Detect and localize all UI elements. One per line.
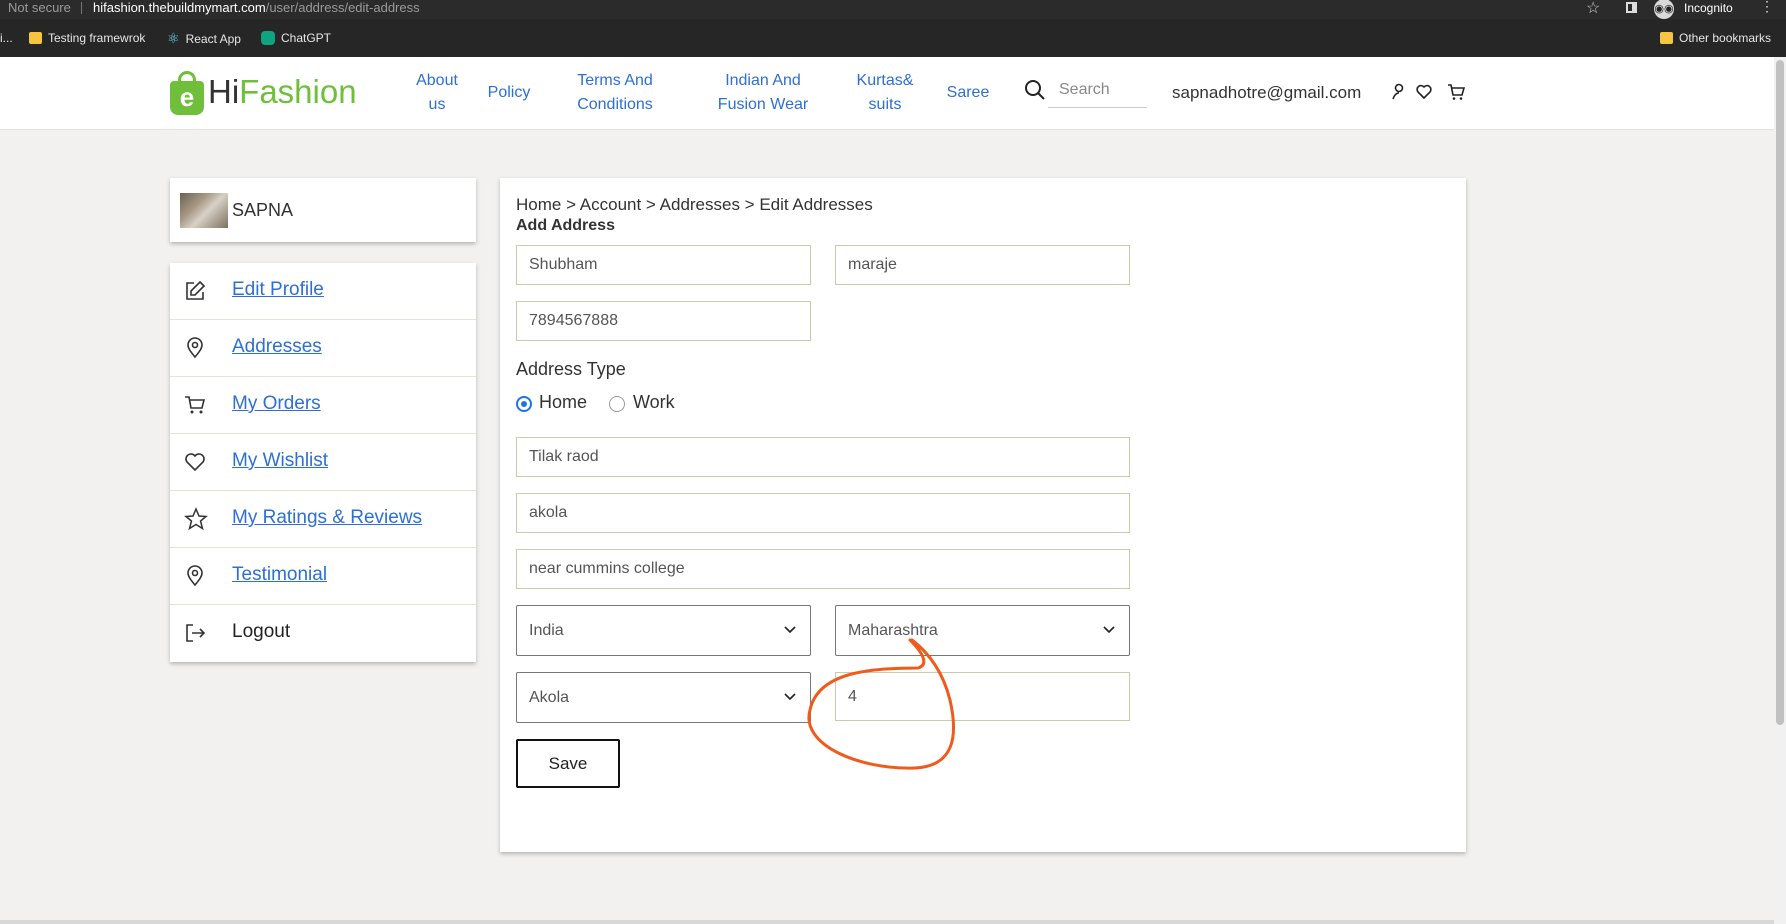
user-icon[interactable] <box>1392 83 1404 101</box>
incognito-label[interactable]: Incognito <box>1684 0 1733 16</box>
logo-fashion: Fashion <box>239 73 357 110</box>
state-select-value: Maharashtra <box>848 622 938 639</box>
profile-card: SAPNA <box>170 178 476 242</box>
sidebar-item-addresses[interactable]: Addresses <box>170 320 476 377</box>
sidebar-item-label[interactable]: My Orders <box>232 393 321 415</box>
last-name-field[interactable]: maraje <box>835 245 1130 285</box>
bookmark-item[interactable]: i... <box>0 30 13 46</box>
profile-name: SAPNA <box>232 200 294 220</box>
star-icon <box>184 507 208 531</box>
state-select[interactable]: Maharashtra <box>835 605 1130 656</box>
url-separator <box>81 2 82 14</box>
logo-text: HiFashion <box>208 73 357 111</box>
address-line2-field[interactable]: akola <box>516 493 1130 533</box>
bookmark-star-icon[interactable]: ☆ <box>1586 0 1600 18</box>
nav-saree[interactable]: Saree <box>940 81 996 105</box>
bookmark-label: Testing framewrok <box>48 31 146 45</box>
pincode-field[interactable]: 4 <box>835 672 1130 721</box>
logout-icon <box>186 624 206 642</box>
sidebar-item-label[interactable]: Logout <box>232 621 290 643</box>
sidebar-item-logout[interactable]: Logout <box>170 605 476 662</box>
country-select[interactable]: India <box>516 605 811 656</box>
sidebar-item-label[interactable]: My Wishlist <box>232 450 328 472</box>
logo-letter: e <box>170 81 204 115</box>
page-title: Add Address <box>516 217 615 234</box>
url-text[interactable]: hifashion.thebuildmymart.com/user/addres… <box>93 0 420 16</box>
nav-kurtas-suits[interactable]: Kurtas& suits <box>848 69 922 117</box>
bookmarks-bar: i... Testing framewrok ⚛ React App ChatGP… <box>0 19 1786 57</box>
radio-home[interactable] <box>516 396 532 412</box>
phone-field[interactable]: 7894567888 <box>516 301 811 341</box>
address-form-card: Home > Account > Addresses > Edit Addres… <box>500 178 1466 852</box>
sidebar-item-ratings-reviews[interactable]: My Ratings & Reviews <box>170 491 476 548</box>
url-path: /user/address/edit-address <box>265 0 420 15</box>
page-footer-edge <box>0 920 1774 924</box>
chatgpt-icon <box>261 31 275 45</box>
sidebar-item-edit-profile[interactable]: Edit Profile <box>170 263 476 320</box>
edit-icon <box>186 280 206 300</box>
country-select-value: India <box>529 622 564 639</box>
logo-hi: Hi <box>208 73 240 110</box>
address-line1-field[interactable]: Tilak raod <box>516 437 1130 477</box>
other-bookmarks[interactable]: Other bookmarks <box>1660 30 1771 46</box>
bookmark-chatgpt[interactable]: ChatGPT <box>261 30 331 46</box>
heart-icon <box>185 453 205 472</box>
folder-icon <box>29 32 42 44</box>
url-host: hifashion.thebuildmymart.com <box>93 0 266 15</box>
react-icon: ⚛ <box>167 30 180 46</box>
nav-about-us[interactable]: About us <box>408 69 466 117</box>
nav-policy[interactable]: Policy <box>482 81 536 105</box>
breadcrumb[interactable]: Home > Account > Addresses > Edit Addres… <box>516 195 873 215</box>
save-button[interactable]: Save <box>516 739 620 788</box>
nav-terms[interactable]: Terms And Conditions <box>564 69 666 117</box>
cart-icon <box>185 396 206 414</box>
avatar <box>180 193 228 228</box>
page-scrollbar-thumb[interactable] <box>1776 60 1784 725</box>
city-select-value: Akola <box>529 689 570 706</box>
incognito-icon[interactable]: ◉◉ <box>1654 0 1674 19</box>
radio-home-label[interactable]: Home <box>539 392 587 413</box>
bookmark-testing-framework[interactable]: Testing framewrok <box>29 30 145 46</box>
user-email[interactable]: sapnadhotre@gmail.com <box>1172 83 1361 103</box>
wishlist-heart-icon[interactable] <box>1415 83 1433 101</box>
other-bookmarks-label: Other bookmarks <box>1679 31 1772 45</box>
city-select[interactable]: Akola <box>516 672 811 723</box>
cart-icon[interactable] <box>1447 83 1465 101</box>
site-header: e HiFashion About us Policy Terms And Co… <box>0 57 1774 130</box>
search-icon[interactable] <box>1024 79 1046 101</box>
sidebar-item-label[interactable]: Testimonial <box>232 564 327 586</box>
account-sidebar: Edit Profile Addresses My Orders My Wish… <box>170 263 476 662</box>
radio-work-label[interactable]: Work <box>633 392 675 413</box>
sidebar-item-label[interactable]: My Ratings & Reviews <box>232 507 422 529</box>
side-panel-icon[interactable] <box>1626 2 1637 13</box>
chevron-down-icon <box>784 693 796 701</box>
chevron-down-icon <box>784 626 796 634</box>
first-name-field[interactable]: Shubham <box>516 245 811 285</box>
bookmark-label: React App <box>185 32 241 46</box>
browser-url-bar[interactable]: Not secure hifashion.thebuildmymart.com/… <box>0 0 1786 19</box>
bookmark-react-app[interactable]: ⚛ React App <box>167 30 241 46</box>
bookmark-label: i... <box>0 31 13 45</box>
radio-work[interactable] <box>609 396 625 412</box>
sidebar-item-testimonial[interactable]: Testimonial <box>170 548 476 605</box>
shopping-bag-logo-icon: e <box>168 69 206 115</box>
chevron-down-icon <box>1103 626 1115 634</box>
search-input[interactable] <box>1048 73 1147 108</box>
sidebar-item-my-wishlist[interactable]: My Wishlist <box>170 434 476 491</box>
location-pin-icon <box>187 337 203 359</box>
location-pin-icon <box>187 565 203 587</box>
sidebar-item-label[interactable]: Edit Profile <box>232 279 324 301</box>
site-logo[interactable]: e HiFashion <box>168 67 357 117</box>
nav-indian-fusion-wear[interactable]: Indian And Fusion Wear <box>708 69 818 117</box>
sidebar-item-my-orders[interactable]: My Orders <box>170 377 476 434</box>
browser-menu-icon[interactable]: ⋮ <box>1760 0 1774 15</box>
address-type-label: Address Type <box>516 359 626 379</box>
sidebar-item-label[interactable]: Addresses <box>232 336 322 358</box>
folder-icon <box>1660 32 1673 44</box>
bookmark-label: ChatGPT <box>281 31 332 45</box>
landmark-field[interactable]: near cummins college <box>516 549 1130 589</box>
security-indicator[interactable]: Not secure <box>8 0 71 16</box>
